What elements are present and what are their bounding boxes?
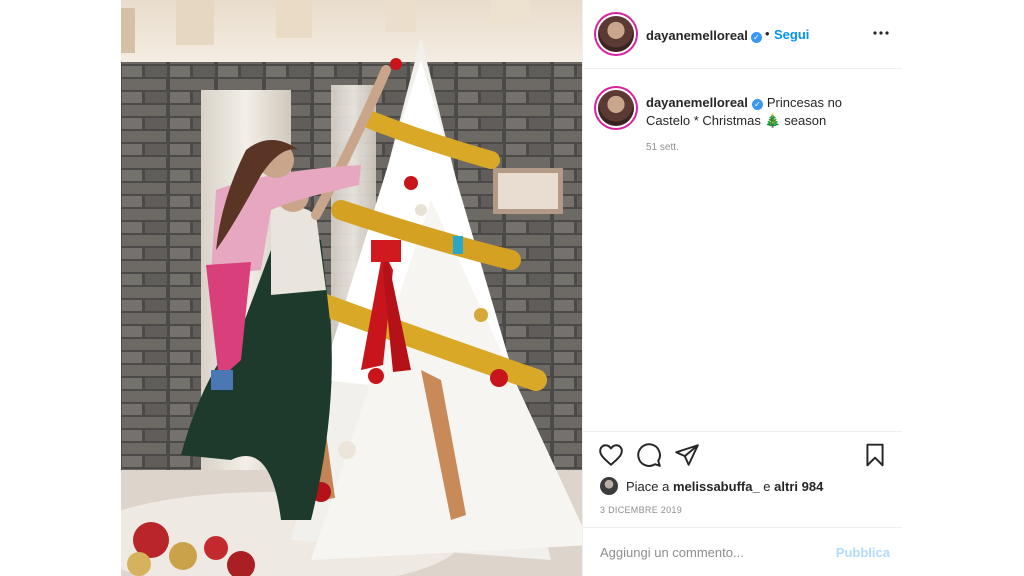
comments-section[interactable]: dayanemelloreal ✓ Princesas no Castelo * C… xyxy=(583,69,902,431)
comment-input[interactable] xyxy=(600,542,820,562)
heart-icon[interactable] xyxy=(598,442,624,468)
verified-badge-icon: ✓ xyxy=(751,99,763,110)
caption-username[interactable]: dayanemelloreal xyxy=(646,95,748,110)
publish-button[interactable]: Pubblica xyxy=(836,545,890,560)
christmas-tree-photo xyxy=(121,0,582,576)
author-username[interactable]: dayanemelloreal xyxy=(646,28,748,43)
follow-button[interactable]: Segui xyxy=(774,27,809,42)
post-side-panel: dayanemelloreal ✓ • Segui dayanemelloreal… xyxy=(582,0,902,576)
author-avatar[interactable] xyxy=(598,16,634,52)
more-options-icon[interactable] xyxy=(872,24,890,42)
verified-badge-icon: ✓ xyxy=(750,32,762,43)
liker-avatar[interactable] xyxy=(600,477,618,495)
save-icon[interactable] xyxy=(862,442,888,468)
instagram-post: dayanemelloreal ✓ • Segui dayanemelloreal… xyxy=(121,0,902,576)
post-date[interactable]: 3 DICEMBRE 2019 xyxy=(600,505,682,515)
post-header: dayanemelloreal ✓ • Segui xyxy=(583,0,902,69)
share-icon[interactable] xyxy=(674,442,700,468)
post-time-ago[interactable]: 51 sett. xyxy=(646,142,679,153)
likes-prefix: Piace a xyxy=(626,478,673,494)
separator-dot: • xyxy=(765,26,770,41)
post-caption: dayanemelloreal ✓ Princesas no Castelo * C… xyxy=(646,94,886,130)
author-username-link[interactable]: dayanemelloreal ✓ xyxy=(646,27,762,45)
add-comment-bar: Pubblica xyxy=(583,527,902,576)
comment-icon[interactable] xyxy=(636,442,662,468)
likes-others-link[interactable]: altri 984 xyxy=(774,479,823,494)
caption-avatar[interactable] xyxy=(598,90,634,126)
likes-conjunction: e xyxy=(759,478,775,494)
liker-username[interactable]: melissabuffa_ xyxy=(673,479,760,494)
post-actions: Piace a melissabuffa_ e altri 984 3 DICE… xyxy=(583,431,902,527)
post-photo[interactable] xyxy=(121,0,582,576)
likes-summary: Piace a melissabuffa_ e altri 984 xyxy=(600,476,823,496)
likes-text: Piace a melissabuffa_ e altri 984 xyxy=(626,479,823,494)
